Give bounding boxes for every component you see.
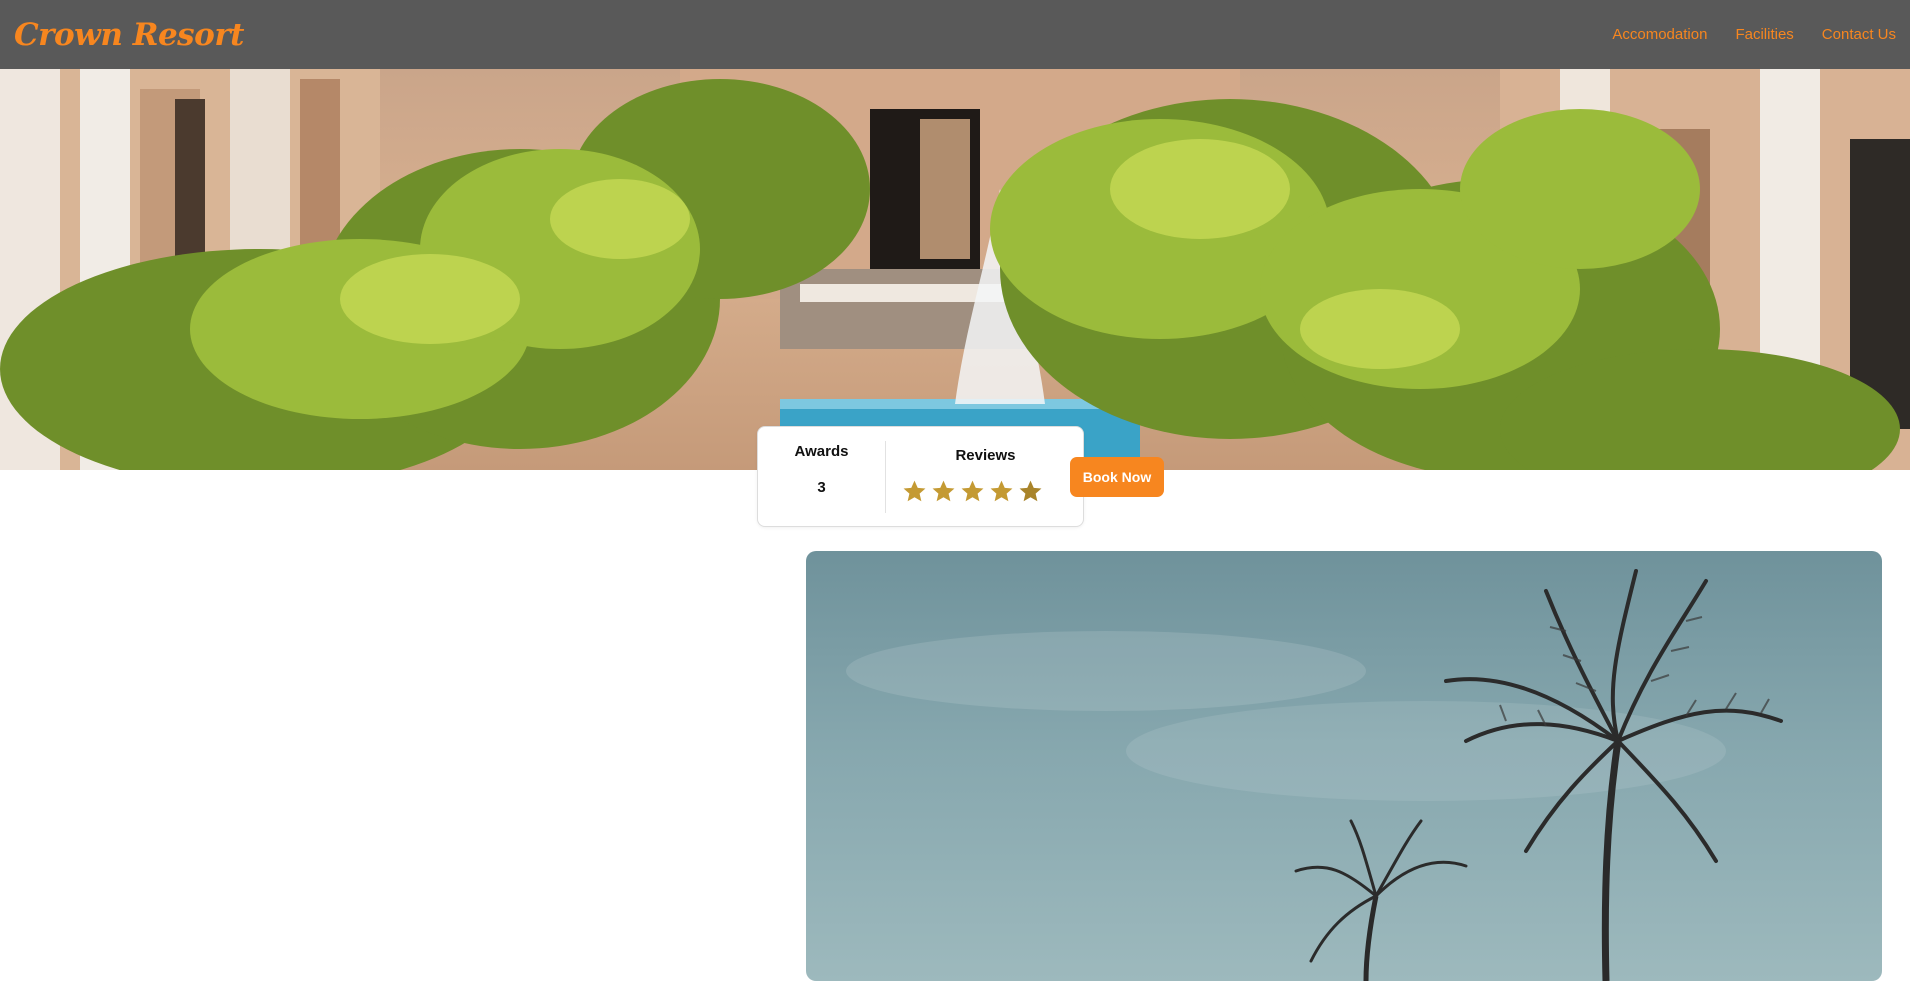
- top-navbar: Crown Resort Accomodation Facilities Con…: [0, 0, 1910, 69]
- reviews-label: Reviews: [955, 447, 1016, 464]
- book-now-button[interactable]: Book Now: [1070, 457, 1164, 497]
- star-icon: [903, 480, 926, 502]
- stats-card: Awards 3 Reviews: [757, 426, 1084, 527]
- star-icon: [1019, 480, 1042, 502]
- brand-logo[interactable]: Crown Resort: [14, 17, 244, 53]
- nav-link-facilities[interactable]: Facilities: [1735, 26, 1793, 43]
- courtyard-illustration: [0, 69, 1910, 470]
- hero-image: [0, 69, 1910, 470]
- nav-links: Accomodation Facilities Contact Us: [1612, 26, 1896, 43]
- nav-link-accomodation[interactable]: Accomodation: [1612, 26, 1707, 43]
- awards-label: Awards: [794, 443, 849, 460]
- star-icon: [932, 480, 955, 502]
- palm-sky-illustration: [846, 569, 1783, 981]
- star-icon: [990, 480, 1013, 502]
- awards-count: 3: [817, 479, 826, 496]
- feature-image: [806, 551, 1882, 981]
- nav-link-contact-us[interactable]: Contact Us: [1822, 26, 1896, 43]
- review-stars: [902, 479, 1043, 504]
- star-icon: [961, 480, 984, 502]
